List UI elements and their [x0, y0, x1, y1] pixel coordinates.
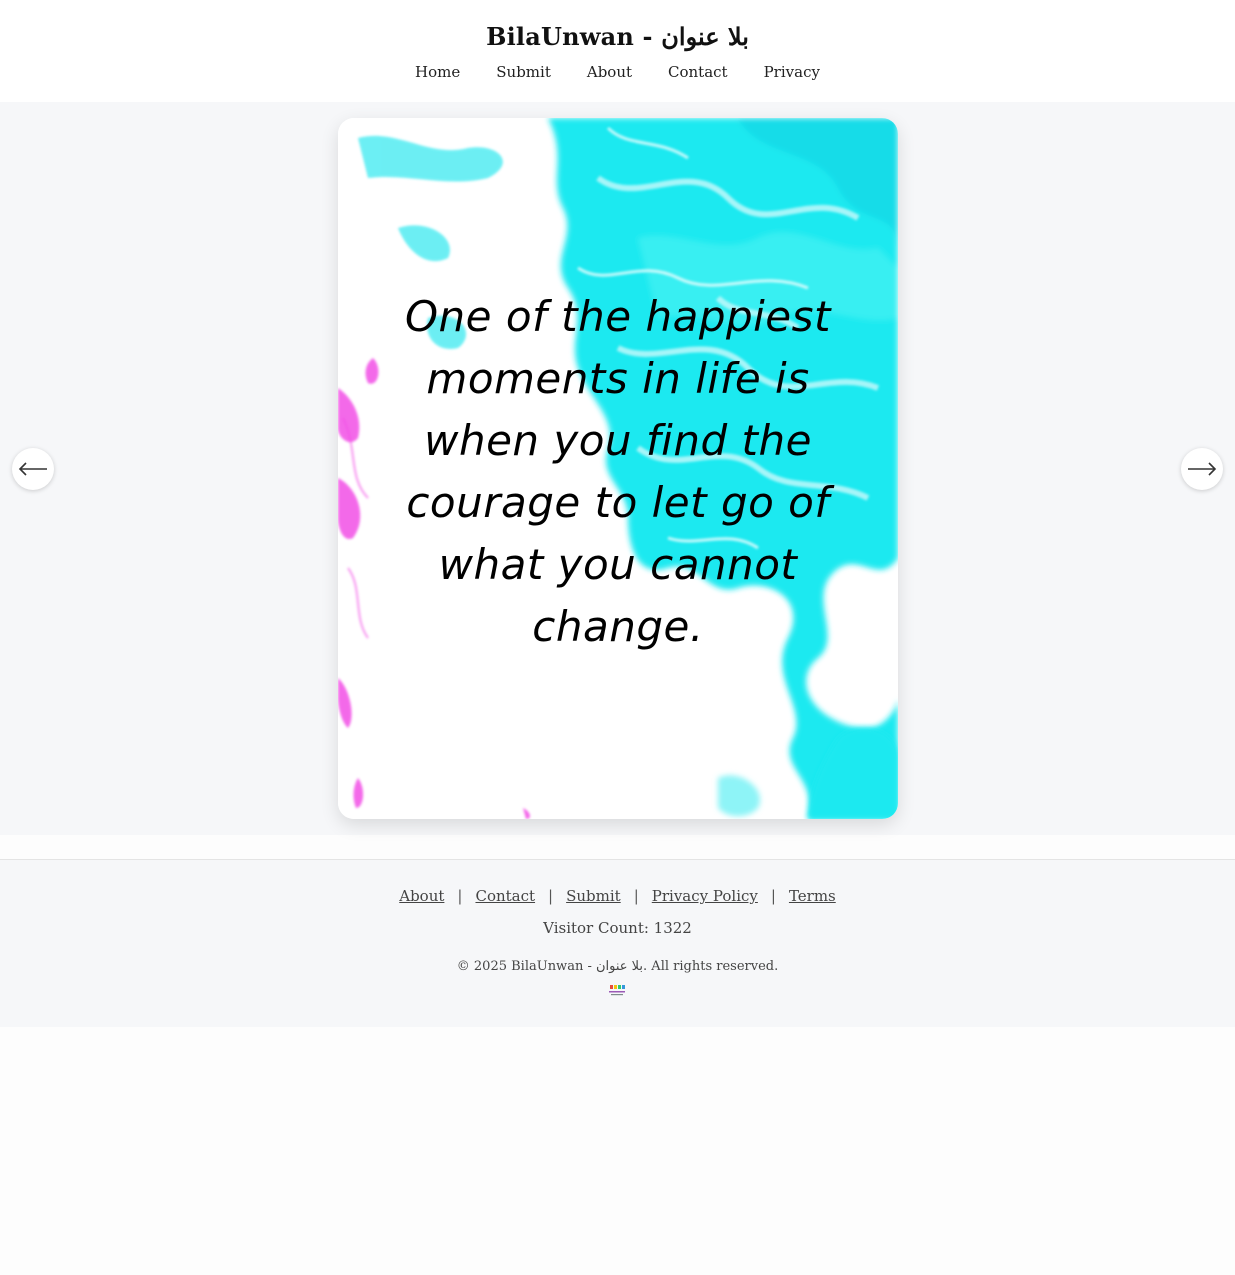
nav-about-link[interactable]: About: [587, 63, 632, 81]
footer-separator: |: [770, 887, 776, 905]
main-nav: Home Submit About Contact Privacy: [0, 63, 1235, 81]
copyright-text: © 2025 BilaUnwan - بلا عنوان. All rights…: [456, 959, 779, 974]
footer-submit-link[interactable]: Submit: [566, 887, 621, 905]
footer-separator: |: [633, 887, 639, 905]
footer-separator: |: [457, 887, 463, 905]
nav-contact-link[interactable]: Contact: [668, 63, 728, 81]
arrow-left-icon: [18, 462, 47, 476]
site-logo-icon: [609, 985, 625, 996]
next-slide-button[interactable]: [1181, 448, 1223, 490]
site-footer: About | Contact | Submit | Privacy Polic…: [0, 859, 1235, 1027]
quote-card: One of the happiest moments in life is w…: [338, 118, 898, 819]
quote-text: One of the happiest moments in life is w…: [404, 292, 831, 651]
footer-privacy-policy-link[interactable]: Privacy Policy: [652, 887, 758, 905]
nav-privacy-link[interactable]: Privacy: [764, 63, 820, 81]
visitor-count: Visitor Count: 1322: [543, 919, 692, 937]
footer-terms-link[interactable]: Terms: [789, 887, 836, 905]
footer-about-link[interactable]: About: [399, 887, 444, 905]
prev-slide-button[interactable]: [12, 448, 54, 490]
nav-home-link[interactable]: Home: [415, 63, 460, 81]
site-title[interactable]: BilaUnwan - بلا عنوان: [0, 22, 1235, 51]
carousel: One of the happiest moments in life is w…: [0, 102, 1235, 835]
nav-submit-link[interactable]: Submit: [496, 63, 551, 81]
footer-links: About | Contact | Submit | Privacy Polic…: [0, 887, 1235, 905]
arrow-right-icon: [1188, 462, 1217, 476]
site-header: BilaUnwan - بلا عنوان Home Submit About …: [0, 0, 1235, 102]
footer-contact-link[interactable]: Contact: [475, 887, 535, 905]
footer-separator: |: [548, 887, 554, 905]
